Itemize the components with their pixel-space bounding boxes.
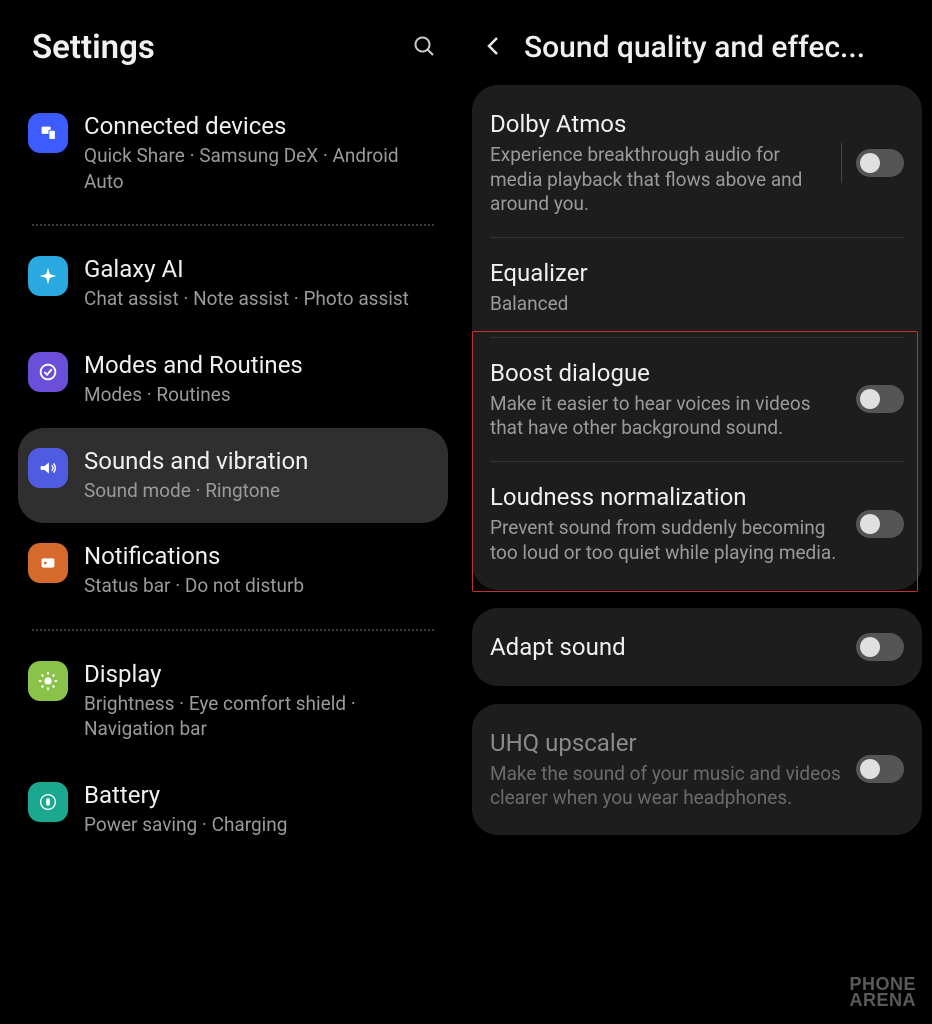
settings-item-sounds-and-vibration[interactable]: Sounds and vibrationSound mode · Rington…	[18, 428, 448, 524]
settings-card: UHQ upscaler Make the sound of your music…	[472, 704, 922, 835]
search-button[interactable]	[412, 34, 436, 62]
settings-header: Settings	[18, 28, 448, 93]
settings-item-display[interactable]: DisplayBrightness · Eye comfort shield ·…	[18, 641, 448, 762]
watermark-line2: ARENA	[849, 992, 916, 1008]
setting-row-desc: Balanced	[490, 292, 892, 317]
setting-row-title: UHQ upscaler	[490, 728, 844, 758]
detail-title: Sound quality and effec...	[524, 30, 865, 65]
toggle-divider	[841, 143, 842, 183]
settings-item-subtitle: Modes · Routines	[84, 382, 434, 408]
setting-row-dolby-atmos[interactable]: Dolby Atmos Experience breakthrough audio…	[490, 89, 904, 237]
settings-item-title: Display	[84, 659, 434, 689]
settings-panel: Settings Connected devicesQuick Share · …	[0, 0, 460, 1024]
toggle-switch[interactable]	[856, 149, 904, 177]
settings-item-title: Battery	[84, 780, 434, 810]
settings-item-subtitle: Status bar · Do not disturb	[84, 573, 434, 599]
watermark: PHONE ARENA	[849, 976, 916, 1008]
section-separator	[32, 629, 434, 631]
setting-row-desc: Prevent sound from suddenly becoming too…	[490, 516, 844, 565]
settings-item-connected-devices[interactable]: Connected devicesQuick Share · Samsung D…	[18, 93, 448, 214]
sound-icon	[28, 448, 68, 488]
setting-row-desc: Make it easier to hear voices in videos …	[490, 392, 844, 441]
settings-item-subtitle: Brightness · Eye comfort shield · Naviga…	[84, 691, 434, 742]
battery-icon	[28, 782, 68, 822]
settings-title: Settings	[32, 28, 155, 67]
setting-row-loudness-normalization[interactable]: Loudness normalization Prevent sound from…	[490, 461, 904, 585]
settings-item-subtitle: Power saving · Charging	[84, 812, 434, 838]
settings-card: Adapt sound	[472, 608, 922, 686]
back-button[interactable]	[482, 34, 506, 62]
settings-item-galaxy-ai[interactable]: Galaxy AIChat assist · Note assist · Pho…	[18, 236, 448, 332]
toggle-switch[interactable]	[856, 510, 904, 538]
detail-panel: Sound quality and effec... Dolby Atmos Ex…	[460, 0, 932, 1024]
setting-row-title: Loudness normalization	[490, 482, 844, 512]
settings-item-title: Modes and Routines	[84, 350, 434, 380]
setting-row-boost-dialogue[interactable]: Boost dialogue Make it easier to hear voi…	[490, 337, 904, 461]
settings-item-battery[interactable]: BatteryPower saving · Charging	[18, 762, 448, 858]
notif-icon	[28, 543, 68, 583]
settings-item-title: Notifications	[84, 541, 434, 571]
settings-item-title: Connected devices	[84, 111, 434, 141]
setting-row-desc: Make the sound of your music and videos …	[490, 762, 844, 811]
toggle-switch[interactable]	[856, 385, 904, 413]
toggle-switch[interactable]	[856, 755, 904, 783]
setting-row-desc: Experience breakthrough audio for media …	[490, 143, 825, 217]
settings-item-subtitle: Chat assist · Note assist · Photo assist	[84, 286, 434, 312]
search-icon	[412, 34, 436, 58]
setting-row-equalizer[interactable]: Equalizer Balanced	[490, 237, 904, 337]
settings-card: Dolby Atmos Experience breakthrough audio…	[472, 85, 922, 590]
settings-item-subtitle: Quick Share · Samsung DeX · Android Auto	[84, 143, 434, 194]
setting-row-title: Dolby Atmos	[490, 109, 825, 139]
brightness-icon	[28, 661, 68, 701]
devices-icon	[28, 113, 68, 153]
section-separator	[32, 224, 434, 226]
check-icon	[28, 352, 68, 392]
settings-item-title: Galaxy AI	[84, 254, 434, 284]
settings-item-notifications[interactable]: NotificationsStatus bar · Do not disturb	[18, 523, 448, 619]
toggle-switch[interactable]	[856, 633, 904, 661]
setting-row-title: Adapt sound	[490, 632, 844, 662]
settings-item-modes-and-routines[interactable]: Modes and RoutinesModes · Routines	[18, 332, 448, 428]
settings-item-title: Sounds and vibration	[84, 446, 434, 476]
setting-row-title: Boost dialogue	[490, 358, 844, 388]
setting-row-title: Equalizer	[490, 258, 892, 288]
chevron-left-icon	[482, 34, 506, 58]
setting-row-adapt-sound[interactable]: Adapt sound	[490, 612, 904, 682]
detail-header: Sound quality and effec...	[472, 24, 922, 85]
setting-row-uhq-upscaler[interactable]: UHQ upscaler Make the sound of your music…	[490, 708, 904, 831]
settings-item-subtitle: Sound mode · Ringtone	[84, 478, 434, 504]
sparkle-icon	[28, 256, 68, 296]
